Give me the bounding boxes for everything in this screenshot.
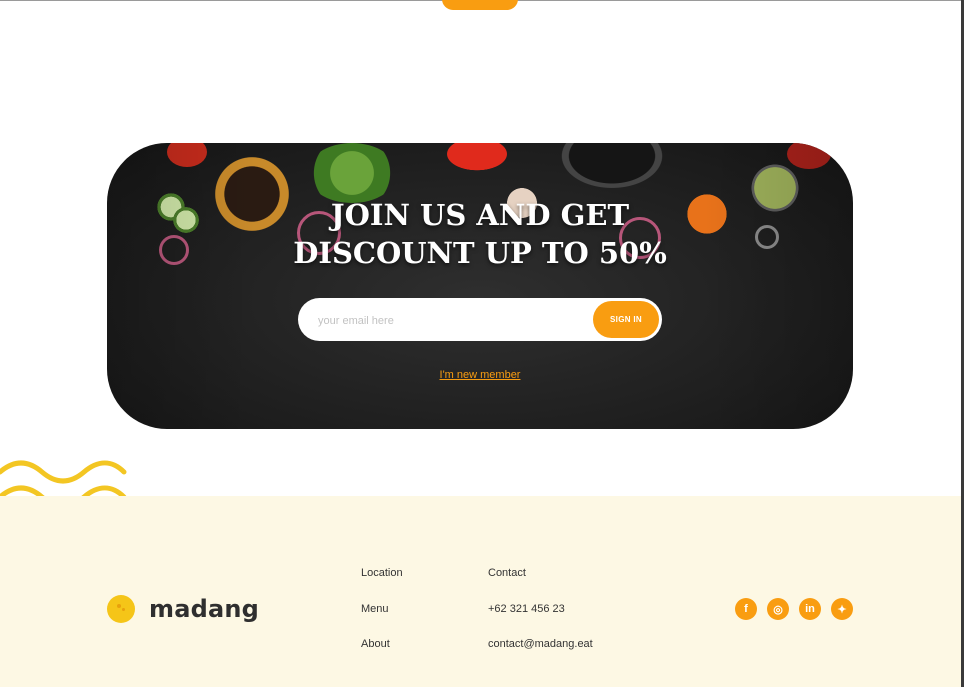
logo-mark-icon bbox=[107, 595, 135, 623]
email-signup-form: SIGN IN bbox=[298, 298, 662, 343]
footer-link-location[interactable]: Location bbox=[361, 567, 403, 579]
tomato-decor bbox=[787, 143, 831, 169]
footer-link-menu[interactable]: Menu bbox=[361, 603, 389, 615]
tomato-decor bbox=[167, 143, 207, 167]
contact-phone: +62 321 456 23 bbox=[488, 603, 565, 615]
bowl-dark-beans-decor bbox=[557, 143, 667, 191]
sign-in-button[interactable]: SIGN IN bbox=[593, 301, 659, 338]
hero-title-line2: DISCOUNT UP TO 50% bbox=[293, 236, 667, 270]
contact-email[interactable]: contact@madang.eat bbox=[488, 638, 593, 650]
email-input[interactable] bbox=[316, 298, 590, 343]
twitter-icon[interactable]: ✦ bbox=[831, 598, 853, 620]
footer-link-about[interactable]: About bbox=[361, 638, 390, 650]
footer: madang Location Menu About Contact +62 3… bbox=[0, 496, 961, 687]
instagram-icon[interactable]: ◎ bbox=[767, 598, 789, 620]
red-pepper-decor bbox=[442, 143, 512, 173]
linkedin-icon[interactable]: in bbox=[799, 598, 821, 620]
contact-heading: Contact bbox=[488, 567, 526, 579]
top-orange-button-edge[interactable] bbox=[442, 0, 518, 10]
brand-name: madang bbox=[149, 595, 260, 623]
newsletter-banner: JOIN US AND GET DISCOUNT UP TO 50% SIGN … bbox=[107, 143, 853, 429]
new-member-link[interactable]: I'm new member bbox=[107, 369, 853, 381]
brand-logo[interactable]: madang bbox=[107, 595, 259, 623]
facebook-icon[interactable]: f bbox=[735, 598, 757, 620]
